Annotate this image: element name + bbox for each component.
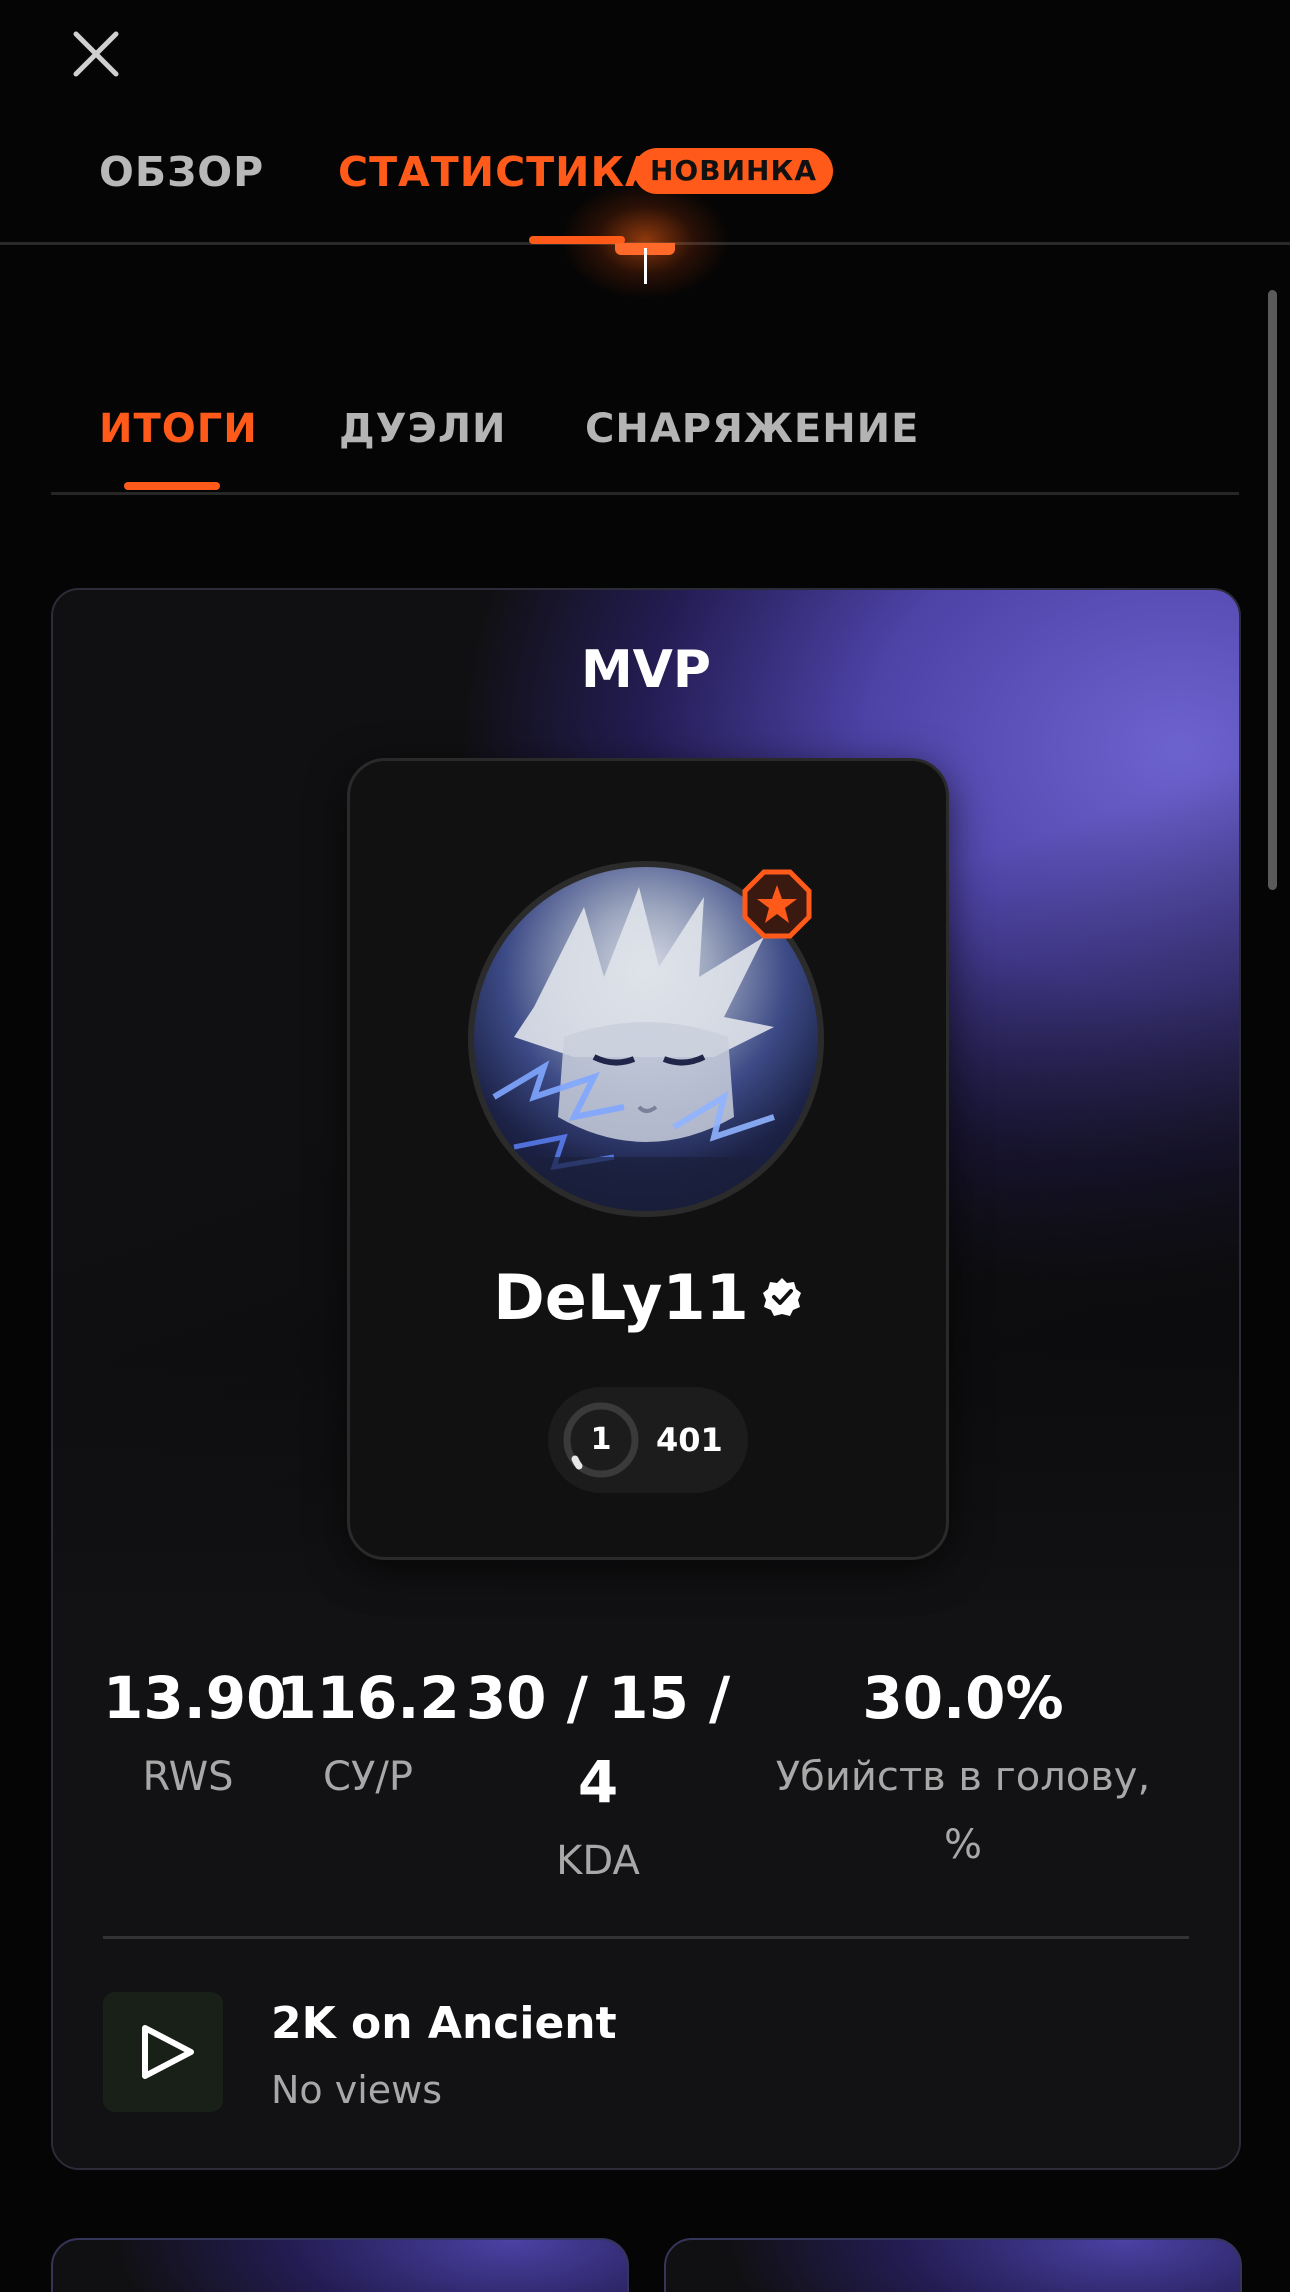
sub-tab-active-indicator	[124, 482, 220, 490]
player-name-row: DeLy11	[350, 1261, 946, 1334]
player-name[interactable]: DeLy11	[493, 1261, 749, 1334]
stat-kda-value-line2: 4	[577, 1748, 619, 1816]
stat-kda-value-line1: 30 / 15 /	[465, 1664, 731, 1732]
close-button[interactable]	[70, 28, 122, 80]
stat-adr: 116.2 СУ/Р	[273, 1656, 463, 1814]
player-card-preview-right[interactable]	[664, 2238, 1242, 2292]
stat-rws-value: 13.90	[103, 1664, 287, 1732]
stat-headshots-label-line1: Убийств в голову,	[775, 1754, 1151, 1800]
player-card-preview-left[interactable]	[51, 2238, 629, 2292]
mvp-card: MVP DeLy11 1 401 13.90 RWS 116.2 СУ/Р 30…	[51, 588, 1241, 2170]
mvp-title: MVP	[580, 640, 712, 700]
tab-overview[interactable]: ОБЗОР	[99, 148, 264, 196]
stat-adr-value: 116.2	[276, 1664, 460, 1732]
divider	[103, 1936, 1189, 1939]
close-icon	[73, 31, 119, 77]
highlight-views: No views	[271, 2068, 443, 2112]
tab-equipment[interactable]: СНАРЯЖЕНИЕ	[585, 406, 919, 452]
stat-rws-label: RWS	[142, 1754, 234, 1800]
elo-value: 401	[656, 1421, 723, 1459]
sub-tab-bar: ИТОГИ ДУЭЛИ СНАРЯЖЕНИЕ	[51, 400, 1239, 495]
player-card[interactable]: DeLy11 1 401	[347, 758, 949, 1560]
stat-headshots-label-line2: %	[943, 1822, 982, 1868]
match-stats-screen: ОБЗОР СТАТИСТИКА НОВИНКА ИТОГИ ДУЭЛИ СНА…	[0, 0, 1290, 2292]
elo-pill[interactable]: 1 401	[548, 1387, 748, 1493]
highlight-title[interactable]: 2K on Ancient	[271, 1998, 617, 2049]
verified-badge-icon	[762, 1277, 801, 1316]
play-icon	[142, 2025, 194, 2079]
stat-kda: 30 / 15 / 4 KDA	[463, 1656, 733, 1898]
stat-headshots-value: 30.0%	[862, 1664, 1064, 1732]
stat-headshots: 30.0% Убийств в голову, %	[753, 1656, 1173, 1882]
stat-rws: 13.90 RWS	[103, 1656, 287, 1814]
tab-duels[interactable]: ДУЭЛИ	[339, 406, 507, 452]
skill-level: 1	[590, 1422, 612, 1457]
highlight-play-button[interactable]	[103, 1992, 223, 2112]
scrollbar[interactable]	[1268, 290, 1277, 890]
tab-results[interactable]: ИТОГИ	[99, 406, 258, 452]
stat-adr-label: СУ/Р	[323, 1754, 413, 1800]
stat-kda-label: KDA	[556, 1838, 640, 1884]
star-octagon-icon	[742, 869, 812, 939]
pull-indicator-line	[644, 248, 647, 284]
